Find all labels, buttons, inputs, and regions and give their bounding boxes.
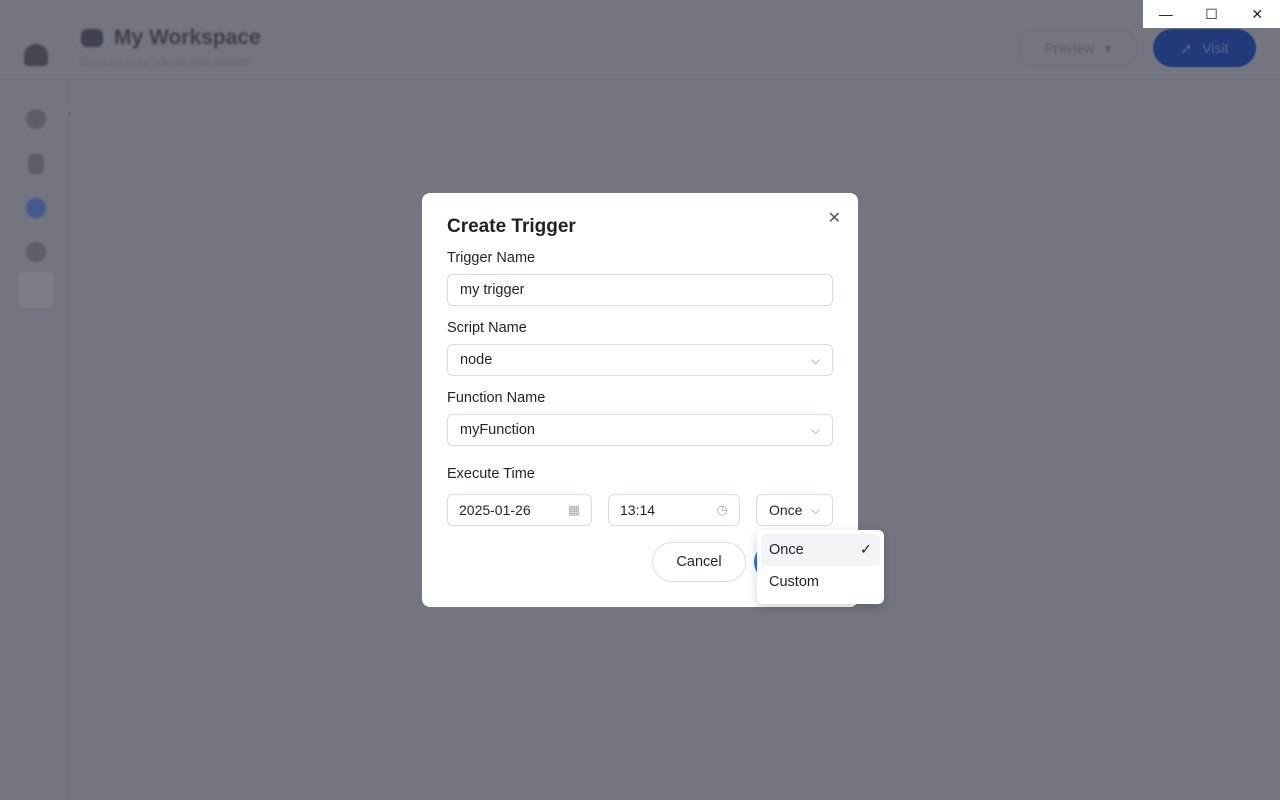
- visit-label: Visit: [1202, 40, 1229, 56]
- function-name-value: myFunction: [460, 422, 535, 438]
- expand-chevron-icon[interactable]: ›: [67, 108, 71, 120]
- trigger-name-label: Trigger Name: [447, 250, 536, 266]
- function-name-label: Function Name: [447, 390, 546, 406]
- top-bar: My Workspace Go turn your ideas into act…: [0, 0, 1280, 80]
- script-name-value: node: [460, 352, 493, 368]
- date-value: 2025-01-26: [459, 502, 531, 518]
- chevron-down-icon: ⌵: [810, 422, 820, 437]
- script-name-label: Script Name: [447, 320, 527, 336]
- date-picker[interactable]: 2025-01-26 ▦: [447, 494, 592, 526]
- sidebar-active-highlight: [18, 272, 54, 308]
- time-picker[interactable]: 13:14 ◷: [608, 494, 740, 526]
- code-icon[interactable]: [26, 109, 46, 129]
- clipboard-icon[interactable]: [28, 154, 44, 174]
- repeat-dropdown: Once ✓ Custom: [757, 530, 884, 604]
- dialog-title: Create Trigger: [447, 216, 576, 237]
- minimize-button[interactable]: —: [1143, 0, 1189, 28]
- sidebar: [0, 81, 70, 800]
- caret-down-icon: ▾: [1104, 39, 1112, 56]
- cancel-button[interactable]: Cancel: [652, 542, 746, 582]
- window-controls: — ☐ ✕: [1143, 0, 1280, 28]
- send-icon: ➚: [1180, 39, 1193, 56]
- preview-label: Preview: [1044, 40, 1095, 56]
- function-name-select[interactable]: myFunction ⌵: [447, 414, 833, 446]
- workspace-title: My Workspace: [114, 26, 261, 49]
- check-icon: ✓: [859, 542, 872, 558]
- option-label: Once: [769, 542, 804, 558]
- script-name-select[interactable]: node ⌵: [447, 344, 833, 376]
- calendar-icon: ▦: [567, 502, 580, 517]
- option-custom[interactable]: Custom: [761, 566, 880, 598]
- repeat-select[interactable]: Once ⌵: [756, 494, 833, 526]
- settings-icon[interactable]: [26, 242, 46, 262]
- option-once[interactable]: Once ✓: [761, 534, 880, 566]
- close-icon[interactable]: ✕: [828, 208, 841, 228]
- execute-time-label: Execute Time: [447, 466, 535, 482]
- visit-button[interactable]: ➚ Visit: [1153, 29, 1256, 67]
- close-window-button[interactable]: ✕: [1234, 0, 1280, 28]
- workspace-icon: [81, 29, 103, 47]
- maximize-button[interactable]: ☐: [1189, 0, 1235, 28]
- clock-icon: ◷: [716, 502, 728, 517]
- trigger-name-value: my trigger: [460, 282, 525, 298]
- trigger-icon[interactable]: [26, 198, 46, 218]
- option-label: Custom: [769, 574, 819, 590]
- trigger-name-input[interactable]: my trigger: [447, 274, 833, 306]
- workspace-subtitle: Go turn your ideas into action!: [79, 54, 253, 69]
- time-value: 13:14: [620, 502, 656, 518]
- preview-button[interactable]: Preview ▾: [1018, 29, 1138, 67]
- repeat-value: Once: [769, 502, 803, 518]
- logo-icon: [24, 44, 48, 66]
- chevron-down-icon: ⌵: [810, 502, 820, 517]
- chevron-down-icon: ⌵: [810, 352, 820, 367]
